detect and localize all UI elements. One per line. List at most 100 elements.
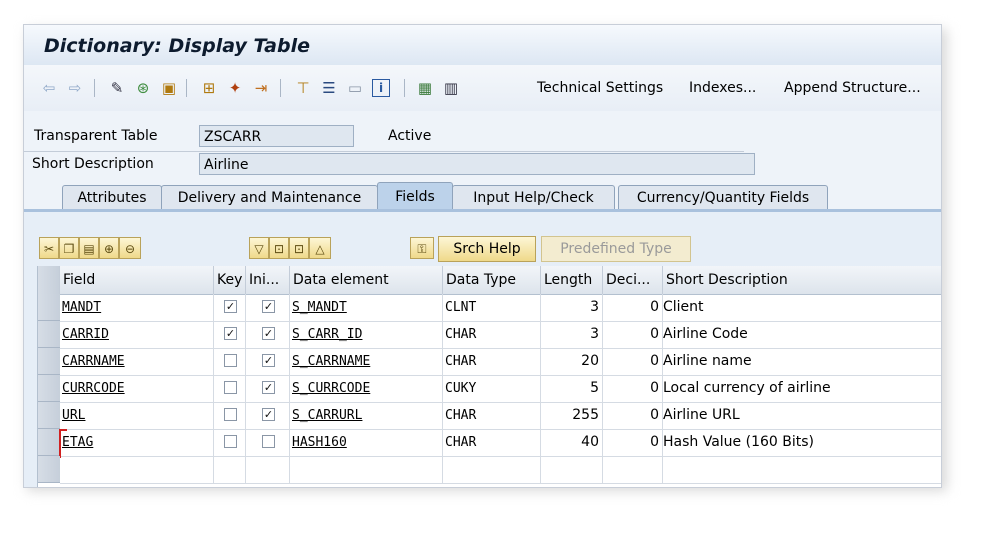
length-cell[interactable] (541, 456, 603, 483)
scroll-down-icon[interactable]: ▽ (249, 237, 269, 259)
key-checkbox[interactable] (224, 354, 237, 367)
data-element-cell[interactable]: S_CARRNAME (290, 348, 443, 375)
row-selector[interactable] (38, 429, 60, 456)
decimals-cell[interactable]: 0 (603, 348, 663, 375)
initial-checkbox[interactable]: ✓ (262, 408, 275, 421)
info-icon[interactable]: i (372, 79, 390, 97)
data-type-cell[interactable]: CHAR (443, 429, 541, 456)
back-arrow-icon[interactable]: ⇦ (40, 79, 58, 97)
col-field[interactable]: Field (60, 266, 214, 294)
decimals-cell[interactable] (603, 456, 663, 483)
length-cell[interactable]: 3 (541, 321, 603, 348)
data-element-cell[interactable]: S_CURRCODE (290, 375, 443, 402)
decimals-cell[interactable]: 0 (603, 402, 663, 429)
field-name-cell[interactable]: CARRID (60, 321, 214, 348)
data-type-cell[interactable]: CUKY (443, 375, 541, 402)
length-cell[interactable]: 3 (541, 294, 603, 321)
data-element-cell[interactable]: S_MANDT (290, 294, 443, 321)
initial-checkbox[interactable]: ✓ (262, 300, 275, 313)
key-checkbox[interactable] (224, 435, 237, 448)
length-cell[interactable]: 20 (541, 348, 603, 375)
magic-wand-icon[interactable]: ✦ (226, 79, 244, 97)
length-cell[interactable]: 5 (541, 375, 603, 402)
decimals-cell[interactable]: 0 (603, 429, 663, 456)
row-selector[interactable] (38, 402, 60, 429)
data-element-cell[interactable] (290, 456, 443, 483)
col-decimals[interactable]: Deci... (603, 266, 663, 294)
list-icon[interactable]: ☰ (320, 79, 338, 97)
field-name-cell[interactable]: ETAG (60, 429, 214, 456)
indexes-button[interactable]: Indexes... (689, 80, 756, 96)
key-checkbox[interactable] (224, 408, 237, 421)
tab-attributes[interactable]: Attributes (62, 185, 162, 209)
export-icon[interactable]: ⇥ (252, 79, 270, 97)
data-type-cell[interactable]: CLNT (443, 294, 541, 321)
clipboard-icon[interactable]: ▣ (160, 79, 178, 97)
technical-settings-button[interactable]: Technical Settings (537, 80, 663, 96)
decimals-cell[interactable]: 0 (603, 294, 663, 321)
field-name-cell[interactable]: CURRCODE (60, 375, 214, 402)
window-icon[interactable]: ▭ (346, 79, 364, 97)
key-checkbox (214, 402, 246, 429)
length-cell[interactable]: 40 (541, 429, 603, 456)
tab-fields[interactable]: Fields (377, 182, 453, 210)
hierarchy-icon[interactable]: ⊞ (200, 79, 218, 97)
col-data-element[interactable]: Data element (290, 266, 443, 294)
field-name-cell[interactable] (60, 456, 214, 483)
data-type-cell[interactable]: CHAR (443, 402, 541, 429)
tab-currency-quantity[interactable]: Currency/Quantity Fields (618, 185, 828, 209)
col-data-type[interactable]: Data Type (443, 266, 541, 294)
table-name-field[interactable]: ZSCARR (199, 125, 354, 147)
grid-icon[interactable]: ▦ (416, 79, 434, 97)
objects-icon[interactable]: ⊛ (134, 79, 152, 97)
col-length[interactable]: Length (541, 266, 603, 294)
initial-checkbox[interactable]: ✓ (262, 381, 275, 394)
page-up-icon[interactable]: ⊡ (289, 237, 309, 259)
copy-icon[interactable]: ❐ (59, 237, 79, 259)
delete-row-icon[interactable]: ⊖ (119, 237, 141, 259)
col-short-description[interactable]: Short Description (663, 266, 941, 294)
decimals-cell[interactable]: 0 (603, 375, 663, 402)
row-selector[interactable] (38, 321, 60, 348)
initial-checkbox[interactable]: ✓ (262, 327, 275, 340)
columns-icon[interactable]: ▥ (442, 79, 460, 97)
data-element-cell[interactable]: HASH160 (290, 429, 443, 456)
data-element-cell[interactable]: S_CARRURL (290, 402, 443, 429)
data-type-cell[interactable] (443, 456, 541, 483)
row-selector[interactable] (38, 456, 60, 483)
initial-checkbox[interactable] (262, 435, 275, 448)
field-name-cell[interactable]: CARRNAME (60, 348, 214, 375)
decimals-cell[interactable]: 0 (603, 321, 663, 348)
data-type-cell[interactable]: CHAR (443, 321, 541, 348)
key-checkbox[interactable]: ✓ (224, 300, 237, 313)
srch-help-button[interactable]: Srch Help (438, 236, 536, 262)
network-icon[interactable]: ⊤ (294, 79, 312, 97)
glasses-icon[interactable]: ✎ (108, 79, 126, 97)
cut-icon[interactable]: ✂ (39, 237, 59, 259)
short-desc-field[interactable]: Airline (199, 153, 755, 175)
scroll-up-icon[interactable]: △ (309, 237, 331, 259)
forward-arrow-icon[interactable]: ⇨ (66, 79, 84, 97)
data-element-cell[interactable]: S_CARR_ID (290, 321, 443, 348)
page-down-icon[interactable]: ⊡ (269, 237, 289, 259)
field-name-cell[interactable]: MANDT (60, 294, 214, 321)
key-checkbox[interactable]: ✓ (224, 327, 237, 340)
initial-checkbox[interactable]: ✓ (262, 354, 275, 367)
select-all-cell[interactable] (38, 266, 60, 294)
key-icon[interactable]: ⚿ (410, 237, 434, 259)
append-structure-button[interactable]: Append Structure... (784, 80, 921, 96)
col-initial[interactable]: Ini... (246, 266, 290, 294)
insert-row-icon[interactable]: ⊕ (99, 237, 119, 259)
tab-input-help-check[interactable]: Input Help/Check (452, 185, 615, 209)
key-checkbox[interactable] (224, 381, 237, 394)
paste-icon[interactable]: ▤ (79, 237, 99, 259)
tab-delivery-maintenance[interactable]: Delivery and Maintenance (161, 185, 378, 209)
data-type-cell[interactable]: CHAR (443, 348, 541, 375)
col-key[interactable]: Key (214, 266, 246, 294)
row-selector[interactable] (38, 348, 60, 375)
row-selector[interactable] (38, 375, 60, 402)
length-cell[interactable]: 255 (541, 402, 603, 429)
predefined-type-button[interactable]: Predefined Type (541, 236, 691, 262)
field-name-cell[interactable]: URL (60, 402, 214, 429)
row-selector[interactable] (38, 294, 60, 321)
